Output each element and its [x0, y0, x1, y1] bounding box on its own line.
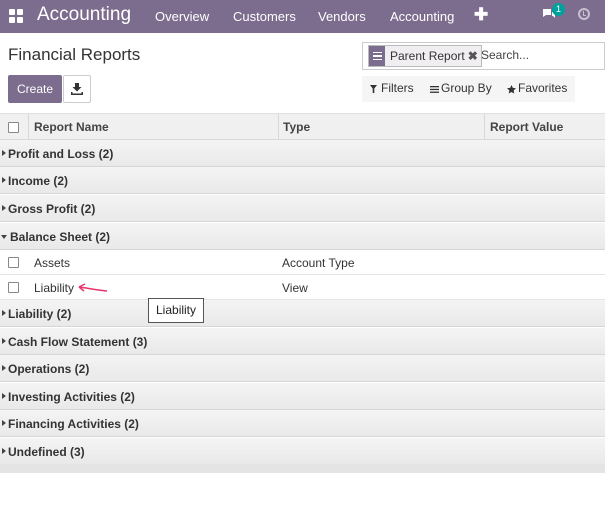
column-separator	[484, 114, 485, 140]
row-checkbox[interactable]	[8, 257, 19, 268]
group-label: Gross Profit (2)	[8, 202, 96, 216]
search-box[interactable]: Parent Report ✖	[362, 42, 605, 70]
row-checkbox[interactable]	[8, 282, 19, 293]
caret-right-icon	[2, 150, 6, 156]
group-row[interactable]: Cash Flow Statement (3)	[0, 328, 605, 355]
download-icon	[71, 83, 83, 95]
apps-grid-icon[interactable]	[9, 9, 23, 23]
group-row[interactable]: Balance Sheet (2)	[0, 223, 605, 250]
group-label: Undefined (3)	[8, 445, 85, 459]
cell-report-name: Assets	[34, 256, 71, 270]
group-label: Profit and Loss (2)	[8, 147, 114, 161]
create-button[interactable]: Create	[8, 75, 62, 103]
group-label: Investing Activities (2)	[8, 390, 135, 404]
star-icon	[507, 85, 516, 94]
group-label: Liability (2)	[8, 307, 72, 321]
caret-right-icon	[2, 338, 6, 344]
menu-accounting[interactable]: Accounting	[390, 0, 454, 33]
caret-right-icon	[2, 177, 6, 183]
cell-type: Account Type	[282, 256, 355, 270]
column-separator	[278, 114, 279, 140]
search-facet: Parent Report ✖	[368, 45, 482, 67]
menu-overview[interactable]: Overview	[155, 0, 209, 33]
group-label: Balance Sheet (2)	[10, 230, 111, 244]
group-label: Income (2)	[8, 174, 69, 188]
group-row[interactable]: Operations (2)	[0, 355, 605, 382]
cell-type: View	[282, 281, 308, 295]
clock-icon[interactable]	[578, 8, 590, 20]
group-label: Operations (2)	[8, 362, 90, 376]
column-type[interactable]: Type	[283, 120, 310, 134]
group-row[interactable]: Profit and Loss (2)	[0, 140, 605, 167]
caret-right-icon	[2, 365, 6, 371]
facet-close-icon[interactable]: ✖	[468, 49, 481, 63]
favorites-button[interactable]: Favorites	[518, 81, 567, 95]
group-label: Financing Activities (2)	[8, 417, 139, 431]
group-by-button[interactable]: Group By	[441, 81, 492, 95]
column-report-value[interactable]: Report Value	[490, 120, 563, 134]
facet-value: Parent Report	[390, 49, 465, 63]
download-button[interactable]	[63, 75, 91, 103]
plus-icon[interactable]: ✚	[474, 5, 488, 25]
app-brand[interactable]: Accounting	[37, 3, 131, 27]
filter-icon	[370, 85, 377, 93]
caret-right-icon	[2, 448, 6, 454]
group-by-icon	[369, 46, 385, 66]
caret-down-icon	[1, 235, 7, 239]
filters-button[interactable]: Filters	[381, 81, 414, 95]
column-report-name[interactable]: Report Name	[34, 120, 109, 134]
search-input[interactable]	[481, 48, 599, 62]
search-options-bar: Filters Group By Favorites	[362, 76, 575, 102]
menu-customers[interactable]: Customers	[233, 0, 296, 33]
column-separator	[28, 114, 29, 140]
select-all-checkbox[interactable]	[8, 122, 19, 133]
group-by-bars-icon	[430, 86, 439, 93]
group-label: Cash Flow Statement (3)	[8, 335, 148, 349]
caret-right-icon	[2, 205, 6, 211]
menu-vendors[interactable]: Vendors	[318, 0, 366, 33]
group-row[interactable]: Financing Activities (2)	[0, 410, 605, 437]
caret-right-icon	[2, 420, 6, 426]
cell-report-name: Liability	[34, 281, 75, 295]
list-header: Report Name Type Report Value	[0, 113, 605, 140]
table-row[interactable]: Assets Account Type	[0, 250, 605, 275]
caret-right-icon	[2, 393, 6, 399]
caret-right-icon	[2, 310, 6, 316]
group-row[interactable]: Gross Profit (2)	[0, 195, 605, 222]
annotation-arrow-icon	[78, 283, 108, 292]
top-navbar: Accounting Overview Customers Vendors Ac…	[0, 0, 605, 33]
group-row[interactable]: Income (2)	[0, 167, 605, 194]
group-row[interactable]: Liability (2)	[0, 300, 605, 327]
group-row[interactable]: Investing Activities (2)	[0, 383, 605, 410]
chat-badge: 1	[552, 3, 565, 16]
page-title: Financial Reports	[8, 45, 141, 64]
list-footer-bar	[0, 464, 605, 473]
group-row[interactable]: Undefined (3)	[0, 438, 605, 465]
tooltip: Liability	[148, 298, 205, 323]
